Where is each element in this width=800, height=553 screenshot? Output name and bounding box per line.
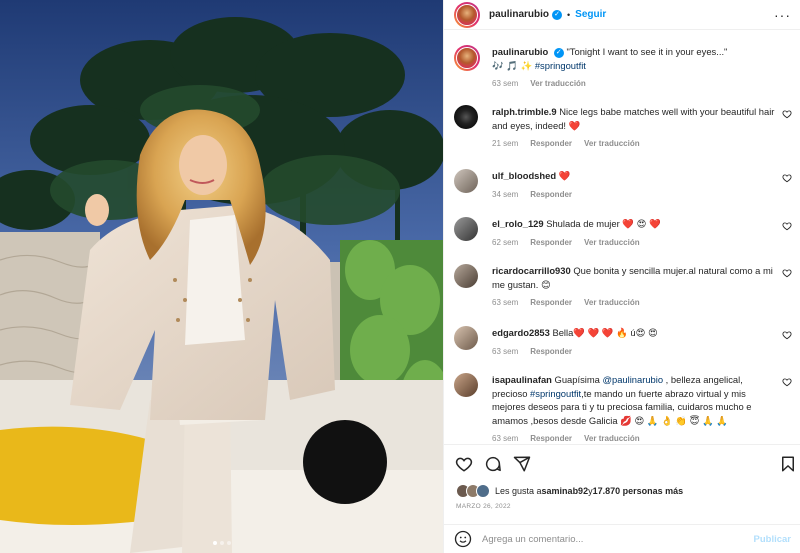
comment-username[interactable]: el_rolo_129 [492,218,544,229]
reply-button[interactable]: Responder [530,434,572,443]
translate-link[interactable]: Ver traducción [530,79,586,88]
like-comment-icon[interactable] [782,221,792,231]
hashtag-link[interactable]: #springoutfit [530,388,581,399]
carousel-dots [0,541,443,545]
verified-icon: ✓ [552,9,562,20]
post-side-panel: paulinarubio ✓ • Seguir ··· paulinarubio… [443,0,800,553]
bookmark-icon[interactable] [779,455,797,473]
author-avatar[interactable] [454,1,480,28]
mention-link[interactable]: @paulinarubio [602,374,663,385]
like-comment-icon[interactable] [782,173,792,183]
add-comment-bar: Publicar [444,524,800,553]
commenter-avatar[interactable] [454,373,478,397]
reply-button[interactable]: Responder [530,347,572,356]
comment-time[interactable]: 34 sem [492,190,518,199]
commenter-avatar[interactable] [454,217,478,241]
translate-link[interactable]: Ver traducción [584,298,640,307]
likers-avatars[interactable] [456,484,490,498]
caption-username[interactable]: paulinarubio [492,46,548,57]
commenter-avatar[interactable] [454,169,478,193]
reply-button[interactable]: Responder [530,298,572,307]
like-comment-icon[interactable] [782,109,792,119]
post-photo[interactable] [0,0,443,553]
translate-link[interactable]: Ver traducción [584,238,640,247]
comment-input[interactable] [482,533,754,545]
comment-time[interactable]: 63 sem [492,298,518,307]
comment-time[interactable]: 63 sem [492,434,518,443]
translate-link[interactable]: Ver traducción [584,139,640,148]
carousel-dot [212,541,217,545]
caption-emojis: 🎶 🎵 ✨ [492,59,533,71]
separator: • [567,9,571,20]
comment-text: Guapísima [554,374,603,385]
commenter-avatar[interactable] [454,326,478,350]
comment-time[interactable]: 21 sem [492,139,518,148]
action-bar [444,444,800,484]
author-avatar[interactable] [454,45,480,71]
comment-text: Shulada de mujer ❤️ 😍 ❤️ [546,218,661,229]
emoji-icon[interactable] [454,530,472,548]
caption-text: "Tonight I want to see it in your eyes..… [566,46,728,57]
caption-hashtag[interactable]: #springoutfit [535,60,586,71]
share-icon[interactable] [513,455,531,473]
comment-text: ❤️ [558,170,571,181]
like-comment-icon[interactable] [782,268,792,278]
comment-username[interactable]: ricardocarrillo930 [492,265,571,276]
post-date[interactable]: MARZO 26, 2022 [456,503,511,510]
likes-count[interactable]: 17.870 personas más [593,486,684,496]
verified-icon: ✓ [553,47,564,58]
follow-button[interactable]: Seguir [575,9,606,20]
comment-username[interactable]: ulf_bloodshed [492,170,556,181]
reply-button[interactable]: Responder [530,238,572,247]
reply-button[interactable]: Responder [530,139,572,148]
comment-username[interactable]: ralph.trimble.9 [492,106,557,117]
post-header: paulinarubio ✓ • Seguir ··· [444,0,800,30]
likes-prefix: Les gusta a [495,486,542,496]
like-comment-icon[interactable] [782,377,792,387]
comment-time[interactable]: 62 sem [492,238,518,247]
author-username[interactable]: paulinarubio [489,9,549,20]
comments-list[interactable]: paulinarubio ✓ "Tonight I want to see it… [444,31,800,444]
comment-text: Bella❤️ ❤️ ❤️ 🔥 ú😍 😍 [552,327,658,338]
like-comment-icon[interactable] [782,330,792,340]
liker-username[interactable]: saminab92 [542,486,589,496]
caption-time[interactable]: 63 sem [492,79,518,88]
commenter-avatar[interactable] [454,264,478,288]
reply-button[interactable]: Responder [530,190,572,199]
comment-icon[interactable] [484,455,502,473]
comment-username[interactable]: edgardo2853 [492,327,550,338]
translate-link[interactable]: Ver traducción [584,434,640,443]
likes-summary[interactable]: Les gusta a saminab92 y 17.870 personas … [456,484,683,498]
carousel-dot [219,541,224,545]
more-options-icon[interactable]: ··· [774,7,791,23]
carousel-dot [226,541,231,545]
comment-time[interactable]: 63 sem [492,347,518,356]
liker-avatar [476,484,490,498]
commenter-avatar[interactable] [454,105,478,129]
comment-username[interactable]: isapaulinafan [492,374,552,385]
post-comment-button[interactable]: Publicar [754,534,792,545]
photo-illustration [0,0,443,553]
heart-icon[interactable] [455,455,473,473]
